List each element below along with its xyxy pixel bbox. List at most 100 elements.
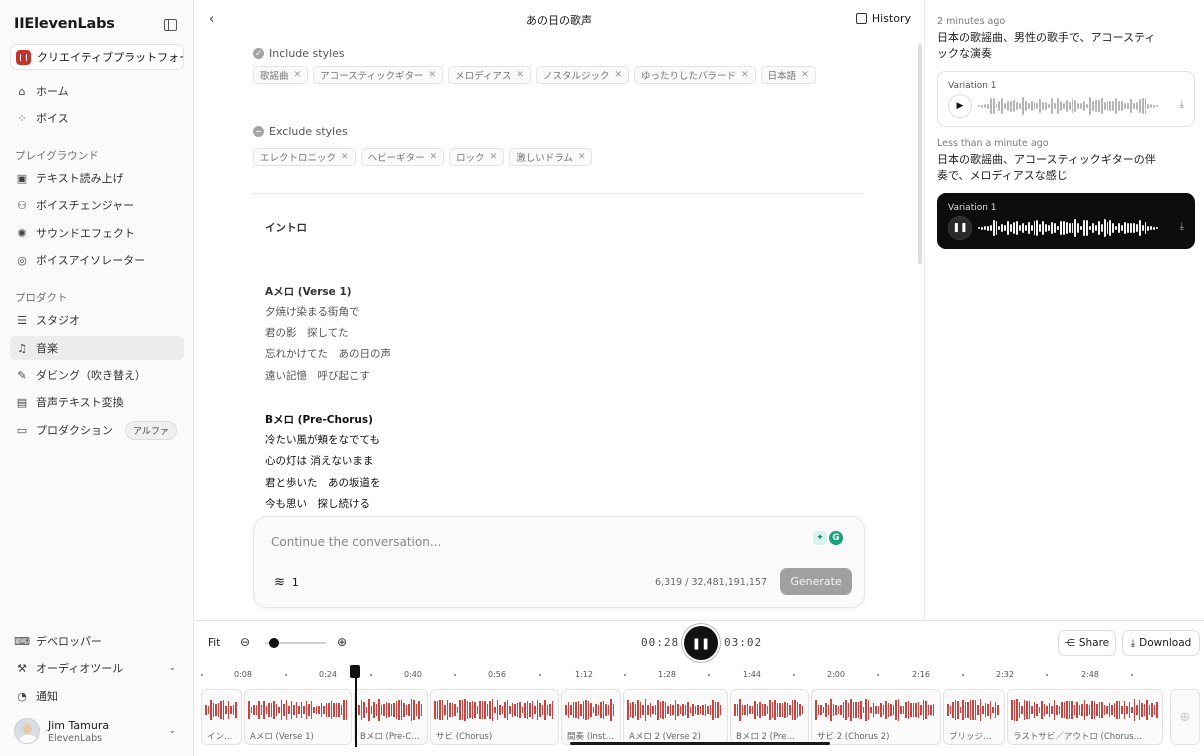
sidebar-item-speech-to-text[interactable]: ▤ 音声テキスト変換 <box>10 390 184 414</box>
history-panel: 2 minutes ago 日本の歌謡曲、男性の歌手で、アコースティックな演奏 … <box>924 0 1204 620</box>
pause-button[interactable]: ❚❚ <box>684 626 718 660</box>
remove-icon[interactable]: ✕ <box>430 152 438 162</box>
lyric-section-title[interactable]: イントロ <box>265 220 307 235</box>
remove-icon[interactable]: ✕ <box>516 70 524 80</box>
style-chip[interactable]: ヘビーギター ✕ <box>360 148 445 166</box>
conversation-input[interactable] <box>271 535 791 549</box>
sidebar-item-voices[interactable]: ⁘ ボイス <box>10 106 184 130</box>
sidebar-item-home[interactable]: ⌂ ホーム <box>10 79 184 103</box>
style-chip[interactable]: ロック ✕ <box>449 148 505 166</box>
sidebar-item-notifications[interactable]: ◔ 通知 <box>10 684 184 708</box>
lyric-line[interactable]: 遠い記憶 呼び起こす <box>265 368 370 383</box>
speech-to-text-icon: ▤ <box>16 395 28 409</box>
timeline-section[interactable]: サビ 2 (Chorus 2) <box>811 689 941 745</box>
download-button[interactable]: ⤓ Download <box>1122 630 1200 656</box>
sidebar-item-production[interactable]: ▭ プロダクション アルファ <box>10 418 184 442</box>
generate-button[interactable]: Generate <box>780 568 852 595</box>
sidebar-item-voice-changer[interactable]: ⚇ ボイスチェンジャー <box>10 193 184 217</box>
user-menu[interactable]: Jim Tamura ElevenLabs ⌄ <box>14 715 184 747</box>
variations-count[interactable]: ≋ 1 <box>274 575 299 590</box>
style-chip[interactable]: メロディアス ✕ <box>448 66 531 84</box>
lyric-line[interactable]: 冷たい風が頬をなでても <box>265 432 380 447</box>
grammarly-icon[interactable]: G <box>829 531 843 545</box>
lightbulb-icon[interactable]: ✦ <box>813 531 827 545</box>
exclude-styles-header[interactable]: − Exclude styles <box>253 125 348 138</box>
sidebar-item-music[interactable]: ♫ 音楽 <box>10 336 184 360</box>
sidebar-item-audio-tools[interactable]: ⚒ オーディオツール ⌄ <box>10 656 184 680</box>
remove-icon[interactable]: ✕ <box>578 152 586 162</box>
lyric-line[interactable]: 夕焼け染まる街角で <box>265 304 360 319</box>
timeline-section[interactable]: ラストサビ／アウトロ (Chorus… <box>1007 689 1163 745</box>
fit-button[interactable]: Fit <box>208 637 220 649</box>
zoom-in-icon[interactable]: ⊕ <box>337 635 347 649</box>
section-label: Aメロ 2 (Verse 2) <box>629 732 701 742</box>
remove-icon[interactable]: ✕ <box>801 70 809 80</box>
timeline-section[interactable]: イン… <box>201 689 242 745</box>
variation-card[interactable]: Variation 1 ▶ ⤓ <box>937 71 1195 127</box>
sidebar-item-sound-effect[interactable]: ✺ サウンドエフェクト <box>10 221 184 245</box>
bell-icon: ◔ <box>17 689 27 703</box>
style-chip[interactable]: 激しいドラム ✕ <box>509 148 593 166</box>
sidebar-item-text-to-speech[interactable]: ▣ テキスト読み上げ <box>10 166 184 190</box>
style-chip[interactable]: ノスタルジック ✕ <box>535 66 630 84</box>
workspace-switcher[interactable]: クリエイティブプラットフォーム <box>10 44 184 70</box>
remove-icon[interactable]: ✕ <box>294 70 302 80</box>
sidebar-item-voice-isolator[interactable]: ◎ ボイスアイソレーター <box>10 248 184 272</box>
ruler-tick: 0:40 <box>404 670 422 679</box>
timeline-section[interactable]: サビ (Chorus) <box>430 689 559 745</box>
lyric-line[interactable]: 今も思い 探し続ける <box>265 496 370 511</box>
waveform[interactable] <box>978 96 1159 116</box>
timeline-section[interactable]: Bメロ (Pre-C… <box>354 689 428 745</box>
zoom-slider-handle[interactable] <box>269 638 280 648</box>
logo[interactable]: IIElevenLabs <box>14 16 115 32</box>
lyric-line[interactable]: 心の灯は 消えないまま <box>265 453 373 468</box>
lyric-section-title[interactable]: Bメロ (Pre-Chorus) <box>265 412 373 427</box>
timeline-section[interactable]: Bメロ 2 (Pre… <box>730 689 809 745</box>
timeline-section[interactable]: ブリッジ… <box>943 689 1005 745</box>
history-prompt[interactable]: 日本の歌謡曲、アコースティックギターの伴奏で、メロディアスな感じ <box>937 152 1165 184</box>
remove-icon[interactable]: ✕ <box>429 70 437 80</box>
ruler-tick: 1:44 <box>743 670 761 679</box>
waveform[interactable] <box>978 218 1159 238</box>
include-styles-label: Include styles <box>269 47 345 60</box>
share-button[interactable]: ⋲ Share <box>1058 630 1116 656</box>
avatar <box>14 718 40 744</box>
sidebar-item-developer[interactable]: ⌨ デベロッパー <box>10 629 184 653</box>
sidebar-toggle-icon[interactable] <box>164 19 177 31</box>
include-styles-header[interactable]: ✓ Include styles <box>253 47 345 60</box>
remove-icon[interactable]: ✕ <box>341 152 349 162</box>
remove-icon[interactable]: ✕ <box>741 70 749 80</box>
style-chip[interactable]: アコースティックギター ✕ <box>313 66 444 84</box>
remove-icon[interactable]: ✕ <box>614 70 622 80</box>
sidebar-item-dubbing[interactable]: ✎ ダビング（吹き替え） <box>10 363 184 387</box>
variation-card[interactable]: Variation 1 ❚❚ ⤓ <box>937 193 1195 249</box>
chip-label: エレクトロニック <box>260 153 337 164</box>
style-chip[interactable]: 日本語 ✕ <box>760 66 816 84</box>
history-prompt[interactable]: 日本の歌謡曲、男性の歌手で、アコースティックな演奏 <box>937 30 1165 62</box>
add-section-button[interactable]: ⊕ <box>1170 689 1200 745</box>
content-scrollbar[interactable] <box>918 44 922 264</box>
check-icon: ✓ <box>253 48 264 59</box>
character-count: 6,319 / 32,481,191,157 <box>655 577 767 588</box>
lyric-section-title[interactable]: Aメロ (Verse 1) <box>265 284 352 299</box>
lyric-line[interactable]: 君の影 探してた <box>265 325 349 340</box>
style-chip[interactable]: エレクトロニック ✕ <box>253 148 356 166</box>
timeline-section[interactable]: Aメロ 2 (Verse 2) <box>623 689 728 745</box>
sidebar-item-studio[interactable]: ☰ スタジオ <box>10 308 184 332</box>
lyric-line[interactable]: 君と歩いた あの坂道を <box>265 475 381 490</box>
timeline-ruler[interactable]: 0:08 0:24 0:40 0:56 1:12 1:28 1:44 2:00 … <box>195 665 1204 685</box>
play-icon[interactable]: ▶ <box>948 94 972 118</box>
timeline-scrollbar[interactable] <box>570 742 830 745</box>
history-button[interactable]: History <box>855 12 911 25</box>
style-chip[interactable]: 歌謡曲 ✕ <box>253 66 309 84</box>
timeline-section[interactable]: 間奏 (Inst… <box>561 689 621 745</box>
download-icon[interactable]: ⤓ <box>1180 99 1184 110</box>
timeline-section[interactable]: Aメロ (Verse 1) <box>244 689 352 745</box>
remove-icon[interactable]: ✕ <box>490 152 498 162</box>
style-chip[interactable]: ゆったりしたバラード ✕ <box>634 66 756 84</box>
zoom-out-icon[interactable]: ⊖ <box>240 635 250 649</box>
lyric-line[interactable]: 忘れかけてた あの日の声 <box>265 346 391 361</box>
pause-icon[interactable]: ❚❚ <box>948 216 972 240</box>
download-icon[interactable]: ⤓ <box>1180 221 1184 232</box>
playhead-handle[interactable] <box>350 665 360 678</box>
